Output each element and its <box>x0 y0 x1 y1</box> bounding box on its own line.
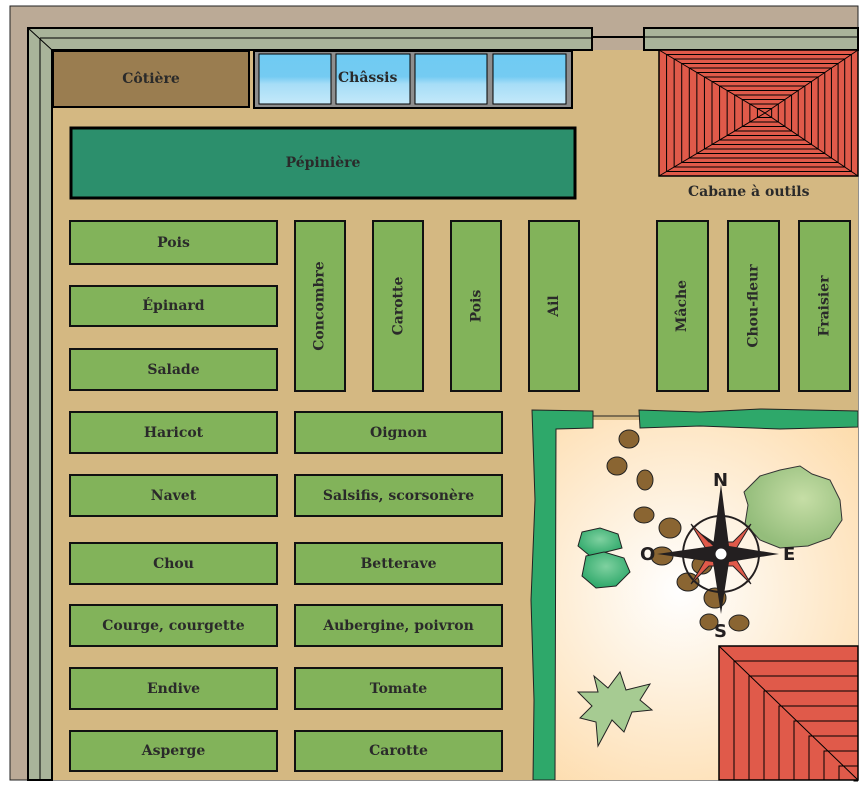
bed-left-6: Courge, courgette <box>69 604 278 647</box>
bed-left-7-label: Endive <box>147 680 200 697</box>
bed-left-8: Asperge <box>69 730 278 772</box>
wall-top-right <box>643 27 859 51</box>
cotiere-label-area: Côtière <box>53 51 249 107</box>
bed-vertical-0-label: Concombre <box>312 261 329 351</box>
bed-middle-0: Oignon <box>294 411 503 454</box>
bed-vertical-2-label: Pois <box>467 289 484 323</box>
bed-middle-5-label: Carotte <box>369 743 428 759</box>
house-roof <box>718 645 859 782</box>
bed-vertical-3: Ail <box>528 220 580 392</box>
bed-right-0-label: Mâche <box>674 279 691 333</box>
bed-middle-3: Aubergine, poivron <box>294 604 503 647</box>
bed-left-1: Épinard <box>69 285 278 327</box>
bed-left-3-label: Haricot <box>143 424 204 441</box>
compass-south: S <box>714 621 727 642</box>
bed-left-3: Haricot <box>69 411 278 454</box>
bed-middle-4-label: Tomate <box>369 680 428 697</box>
bed-left-4: Navet <box>69 474 278 517</box>
bed-vertical-3-label: Ail <box>546 295 562 317</box>
bed-vertical-1-label: Carotte <box>390 276 406 336</box>
chassis-label: Châssis <box>338 70 398 86</box>
bed-middle-2: Betterave <box>294 542 503 585</box>
bed-vertical-0: Concombre <box>294 220 346 392</box>
bed-vertical-1: Carotte <box>372 220 424 392</box>
bed-right-2: Fraisier <box>798 220 851 392</box>
bed-middle-4: Tomate <box>294 667 503 710</box>
bed-left-8-label: Asperge <box>141 743 206 759</box>
bed-middle-1-label: Salsifis, scorsonère <box>322 487 475 504</box>
garden-plan: Côtière Châssis Pépinière Cabane à outil… <box>0 0 868 789</box>
bed-left-0: Pois <box>69 220 278 265</box>
pepiniere-label-area: Pépinière <box>71 128 575 198</box>
bed-left-5: Chou <box>69 542 278 585</box>
bed-left-5-label: Chou <box>153 555 194 572</box>
bed-right-0: Mâche <box>656 220 709 392</box>
bed-left-2: Salade <box>69 348 278 391</box>
bed-vertical-2: Pois <box>450 220 502 392</box>
bed-left-0-label: Pois <box>157 234 190 251</box>
pepiniere-label: Pépinière <box>285 155 361 171</box>
bed-left-2-label: Salade <box>147 361 200 378</box>
bed-middle-1: Salsifis, scorsonère <box>294 474 503 517</box>
shed-roof <box>658 49 859 177</box>
compass-east: E <box>783 544 796 565</box>
shed-label: Cabane à outils <box>688 184 810 200</box>
compass-north: N <box>713 470 729 491</box>
hedge-top <box>638 408 859 430</box>
bed-left-4-label: Navet <box>150 487 197 504</box>
bed-left-1-label: Épinard <box>142 298 205 314</box>
bed-right-1-label: Chou-fleur <box>745 264 762 348</box>
bed-left-7: Endive <box>69 667 278 710</box>
bed-right-1: Chou-fleur <box>727 220 780 392</box>
bed-middle-3-label: Aubergine, poivron <box>323 617 474 634</box>
bed-middle-0-label: Oignon <box>370 424 427 441</box>
compass-west: O <box>640 544 656 565</box>
bed-middle-5: Carotte <box>294 730 503 772</box>
bed-right-2-label: Fraisier <box>816 275 833 337</box>
bed-left-6-label: Courge, courgette <box>102 617 245 634</box>
cotiere-label: Côtière <box>122 71 180 87</box>
bed-middle-2-label: Betterave <box>360 555 437 572</box>
